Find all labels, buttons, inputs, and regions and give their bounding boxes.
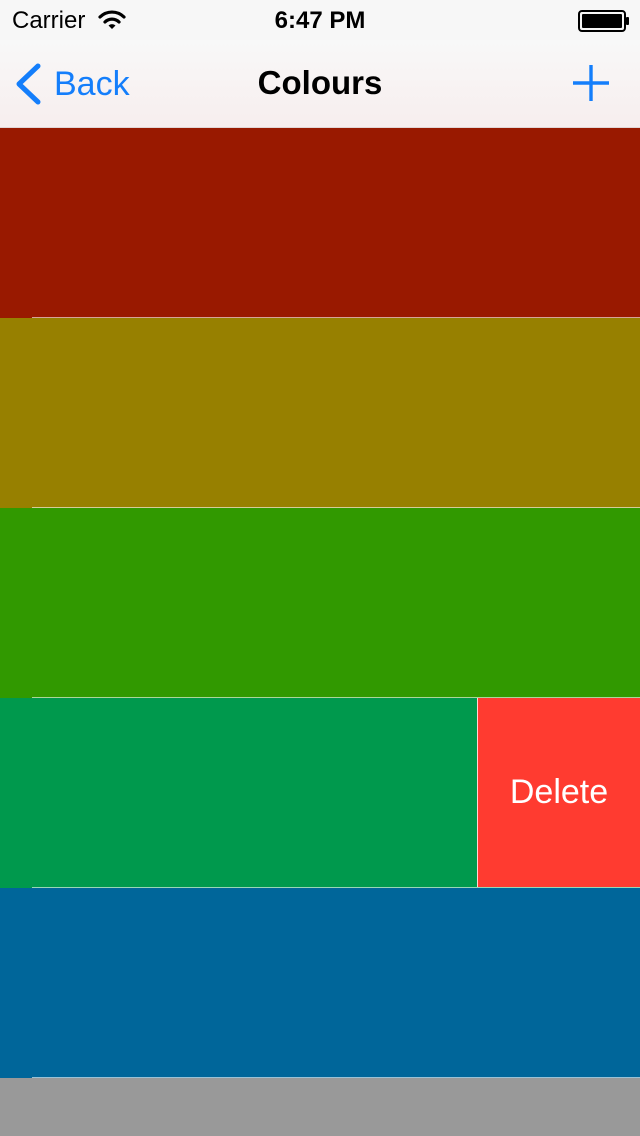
delete-button[interactable]: Delete bbox=[477, 698, 640, 887]
battery-icon bbox=[578, 10, 629, 32]
back-button[interactable]: Back bbox=[14, 62, 130, 106]
status-bar: Carrier 6:47 PM bbox=[0, 0, 640, 40]
colour-swatch[interactable] bbox=[0, 508, 640, 698]
colour-row[interactable] bbox=[0, 128, 640, 318]
colour-swatch[interactable] bbox=[0, 1078, 640, 1136]
colour-row[interactable] bbox=[0, 508, 640, 698]
colour-row[interactable] bbox=[0, 318, 640, 508]
colour-list: Delete bbox=[0, 128, 640, 1136]
navigation-bar: Back Colours bbox=[0, 40, 640, 128]
colour-row[interactable]: Delete bbox=[0, 698, 640, 888]
status-time: 6:47 PM bbox=[274, 7, 366, 34]
add-button[interactable] bbox=[570, 62, 612, 104]
back-label: Back bbox=[54, 64, 130, 103]
colour-swatch[interactable] bbox=[0, 888, 640, 1078]
screen: Carrier 6:47 PM Back Colours Delete bbox=[0, 0, 640, 1136]
colour-row[interactable] bbox=[0, 888, 640, 1078]
chevron-left-icon bbox=[16, 63, 41, 105]
colour-swatch[interactable] bbox=[0, 318, 640, 508]
colour-swatch[interactable] bbox=[0, 128, 640, 318]
colour-row[interactable] bbox=[0, 1078, 640, 1136]
plus-icon bbox=[573, 65, 609, 101]
